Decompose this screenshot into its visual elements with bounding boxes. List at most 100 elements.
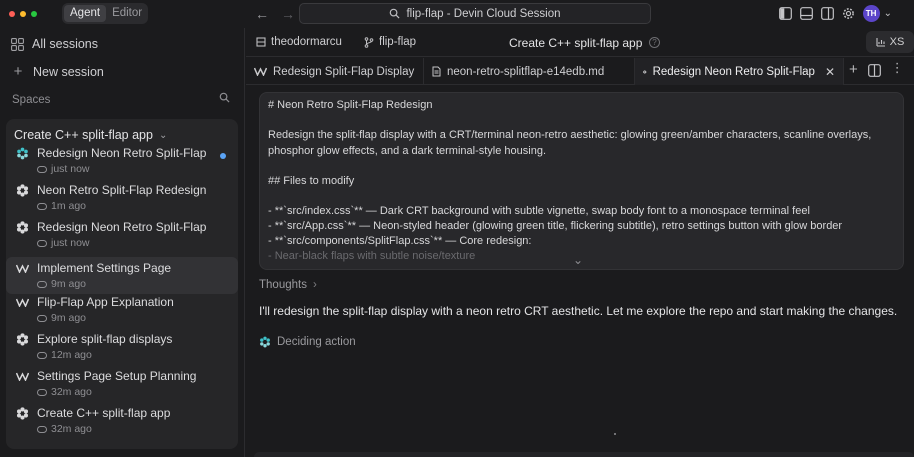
toggle-bottom-panel-icon[interactable]: [799, 7, 813, 20]
cloud-icon: [37, 351, 47, 359]
repo-crumb[interactable]: flip-flap: [364, 36, 416, 48]
tab-redesign-split-flap-display[interactable]: Redesign Split-Flap Display: [246, 58, 424, 85]
session-time-label: 9m ago: [51, 278, 87, 290]
cloud-icon: [37, 165, 47, 173]
owner-crumb[interactable]: theodormarcu: [256, 36, 342, 48]
main-pane: theodormarcu flip-flap Create C++ split-…: [246, 28, 914, 457]
size-button[interactable]: XS: [866, 31, 914, 53]
session-time: just now: [37, 237, 90, 249]
sidebar: All sessions + New session Spaces Create…: [0, 28, 245, 457]
cloud-icon: [37, 280, 47, 288]
branch-icon: [364, 36, 374, 48]
session-title: Redesign Neon Retro Split-Flap: [37, 146, 207, 160]
session-title: Redesign Neon Retro Split-Flap: [37, 220, 207, 234]
space-title[interactable]: Create C++ split-flap app ⌄: [14, 128, 167, 142]
plan-card[interactable]: # Neon Retro Split-Flap Redesign Redesig…: [259, 92, 904, 270]
thoughts-toggle[interactable]: Thoughts ›: [259, 279, 317, 291]
plus-icon: +: [13, 63, 23, 80]
more-options-icon[interactable]: ⋮: [891, 60, 905, 78]
session-time: 9m ago: [37, 312, 86, 324]
session-title: Create C++ split-flap app: [509, 36, 643, 50]
title-bar: Agent Editor ← → flip-flap - Devin Cloud…: [0, 0, 914, 28]
chart-icon: [876, 38, 885, 47]
close-window-button[interactable]: [9, 11, 15, 17]
devin-flower-icon: [16, 407, 29, 420]
expand-chevron-icon[interactable]: ⌄: [573, 253, 583, 267]
devin-flower-icon: [16, 333, 29, 346]
session-item[interactable]: Flip-Flap App Explanation 9m ago: [6, 291, 238, 328]
session-time: 32m ago: [37, 386, 92, 398]
repo-label: flip-flap: [379, 36, 417, 48]
close-tab-icon[interactable]: ✕: [825, 65, 835, 79]
session-time: just now: [37, 163, 90, 175]
back-arrow-icon[interactable]: ←: [255, 6, 269, 22]
new-session-button[interactable]: + New session: [11, 63, 104, 80]
windsurf-icon: [16, 296, 29, 309]
tab-label: Redesign Neon Retro Split-Flap: [652, 65, 815, 78]
plan-line: phosphor glow effects, and a dark termin…: [268, 145, 547, 157]
plan-line: Redesign the split-flap display with a C…: [268, 129, 872, 141]
cloud-icon: [37, 388, 47, 396]
file-icon: [432, 66, 441, 77]
thoughts-label: Thoughts: [259, 279, 307, 291]
chevron-down-icon[interactable]: ⌄: [884, 8, 892, 19]
session-item[interactable]: Neon Retro Split-Flap Redesign 1m ago: [6, 179, 238, 216]
new-tab-icon[interactable]: +: [849, 61, 858, 78]
space-title-label: Create C++ split-flap app: [14, 128, 153, 142]
zoom-window-button[interactable]: [31, 11, 37, 17]
building-icon: [256, 37, 266, 47]
user-avatar[interactable]: TH: [862, 5, 880, 22]
toggle-right-panel-icon[interactable]: [820, 7, 834, 20]
status-label: Deciding action: [277, 336, 356, 348]
search-icon: [390, 8, 400, 19]
session-time: 12m ago: [37, 349, 92, 361]
plan-line: - **`src/components/SplitFlap.css`** — C…: [268, 235, 532, 247]
cloud-icon: [37, 239, 47, 247]
devin-flower-icon: [16, 184, 29, 197]
devin-logo-icon: [16, 147, 29, 160]
devin-logo-icon: [260, 336, 270, 348]
help-icon[interactable]: ?: [649, 37, 660, 48]
all-sessions-link[interactable]: All sessions: [11, 37, 98, 51]
command-search-bar[interactable]: flip-flap - Devin Cloud Session: [299, 3, 651, 24]
windsurf-icon: [254, 67, 267, 76]
tab-actions: + ⋮: [849, 60, 905, 78]
forward-arrow-icon[interactable]: →: [281, 6, 295, 22]
toggle-left-panel-icon[interactable]: [778, 7, 792, 20]
tab-bar: Redesign Split-Flap Display neon-retro-s…: [246, 58, 914, 85]
cloud-icon: [37, 202, 47, 210]
chat-input-edge[interactable]: [254, 452, 914, 457]
search-icon[interactable]: [219, 92, 230, 103]
owner-label: theodormarcu: [271, 36, 342, 48]
size-label: XS: [889, 36, 905, 48]
tab-label: Redesign Split-Flap Display: [273, 65, 415, 78]
split-view-icon[interactable]: [867, 64, 881, 77]
new-session-label: New session: [33, 64, 104, 79]
grid-icon: [11, 37, 24, 51]
session-title: Explore split-flap displays: [37, 332, 173, 346]
cloud-icon: [37, 425, 47, 433]
agent-mode-tab[interactable]: Agent: [64, 5, 107, 22]
unread-dot: [220, 153, 226, 159]
cursor-dot: [614, 433, 616, 435]
editor-mode-tab[interactable]: Editor: [106, 5, 148, 22]
session-item[interactable]: Explore split-flap displays 12m ago: [6, 328, 238, 365]
windsurf-icon: [16, 262, 29, 275]
session-time-label: just now: [51, 163, 90, 175]
gear-icon[interactable]: [842, 7, 855, 20]
plan-subheading: ## Files to modify: [268, 175, 355, 187]
session-item[interactable]: Redesign Neon Retro Split-Flap just now: [6, 142, 238, 179]
session-title: Neon Retro Split-Flap Redesign: [37, 183, 207, 197]
session-item[interactable]: Redesign Neon Retro Split-Flap just now: [6, 216, 238, 253]
session-title: Settings Page Setup Planning: [37, 369, 197, 383]
minimize-window-button[interactable]: [20, 11, 26, 17]
session-item[interactable]: Settings Page Setup Planning 32m ago: [6, 365, 238, 402]
session-item[interactable]: Create C++ split-flap app 32m ago: [6, 402, 238, 439]
session-item[interactable]: Implement Settings Page 9m ago: [6, 257, 238, 294]
tab-redesign-neon-retro[interactable]: Redesign Neon Retro Split-Flap ✕: [635, 58, 844, 85]
tab-neon-retro-md[interactable]: neon-retro-splitflap-e14edb.md: [424, 58, 635, 85]
window-controls: [9, 11, 37, 17]
chevron-down-icon: ⌄: [158, 129, 168, 141]
space-panel: Create C++ split-flap app ⌄ Redesign Neo…: [6, 119, 238, 449]
session-title: Create C++ split-flap app: [37, 406, 171, 420]
